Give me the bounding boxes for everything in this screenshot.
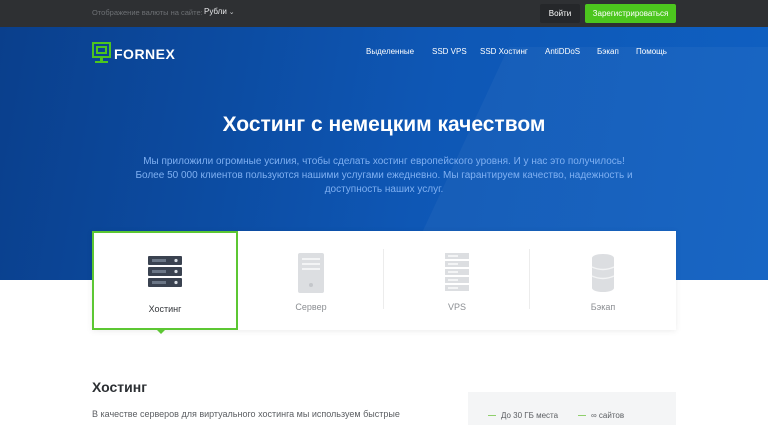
tab-backup[interactable]: Бэкап [530, 231, 676, 330]
tab-label: Бэкап [590, 302, 616, 312]
feature-label: ∞ сайтов [591, 411, 625, 420]
vps-stack-icon [445, 253, 469, 291]
feature-item: До 30 ГБ места [488, 411, 558, 420]
logo-text: FORNEX [114, 46, 176, 62]
nav-item-ssd-vps[interactable]: SSD VPS [432, 47, 467, 56]
nav-item-help[interactable]: Помощь [636, 47, 667, 56]
nav-item-dedicated[interactable]: Выделенные [366, 47, 414, 56]
logo-icon [92, 42, 111, 63]
currency-value: Рубли [204, 7, 227, 16]
server-rack-icon [148, 256, 182, 287]
tab-label: Сервер [295, 302, 327, 312]
plan-features-box: До 30 ГБ места ∞ сайтов [468, 392, 676, 425]
chevron-down-icon: ⌄ [228, 9, 235, 16]
login-button[interactable]: Войти [540, 4, 580, 23]
dash-icon [578, 415, 586, 417]
service-tabs: Хостинг Сервер VPS Бэкап [92, 231, 676, 330]
nav-item-antiddos[interactable]: AntiDDoS [545, 47, 580, 56]
active-tab-pointer [155, 328, 167, 334]
dash-icon [488, 415, 496, 417]
tab-server[interactable]: Сервер [238, 231, 384, 330]
hero-desc-line: Мы приложили огромные усилия, чтобы сдел… [143, 156, 625, 167]
hero-desc-line: доступность наших услуг. [324, 184, 444, 195]
server-tower-icon [298, 253, 324, 293]
currency-label: Отображение валюты на сайте: [92, 8, 203, 17]
hero-title: Хостинг с немецким качеством [222, 113, 546, 136]
hero-desc-line: Более 50 000 клиентов пользуются нашими … [135, 170, 633, 181]
tab-label: Хостинг [148, 304, 182, 314]
top-bar: Отображение валюты на сайте: Рубли ⌄ Войт… [0, 0, 768, 27]
hero-description: Мы приложили огромные усилия, чтобы сдел… [110, 155, 658, 197]
database-icon [591, 254, 615, 292]
nav-item-ssd-hosting[interactable]: SSD Хостинг [480, 47, 528, 56]
section-title: Хостинг [92, 379, 148, 395]
register-button[interactable]: Зарегистрироваться [585, 4, 676, 23]
tab-label: VPS [447, 302, 466, 312]
tab-hosting[interactable]: Хостинг [92, 231, 238, 330]
nav-item-backup[interactable]: Бэкап [597, 47, 619, 56]
feature-label: До 30 ГБ места [501, 411, 559, 420]
currency-select[interactable]: Рубли ⌄ [204, 7, 235, 16]
feature-item: ∞ сайтов [578, 411, 624, 420]
section-text: В качестве серверов для виртуального хос… [92, 409, 400, 419]
tab-vps[interactable]: VPS [384, 231, 530, 330]
